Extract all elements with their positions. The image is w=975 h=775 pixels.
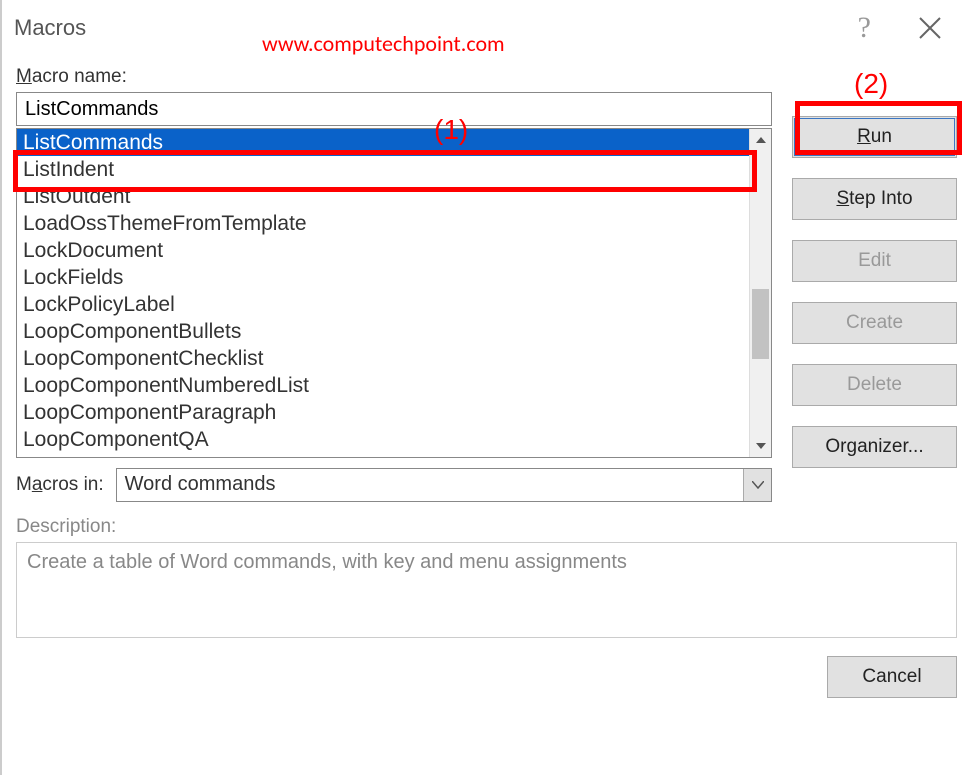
edit-button: Edit: [792, 240, 957, 282]
delete-button: Delete: [792, 364, 957, 406]
macro-name-label: Macro name:: [16, 66, 772, 88]
macro-listbox[interactable]: ListCommandsListIndentListOutdentLoadOss…: [16, 128, 772, 458]
chevron-down-icon[interactable]: [743, 469, 771, 501]
scroll-thumb[interactable]: [752, 289, 769, 359]
description-text: Create a table of Word commands, with ke…: [27, 551, 627, 573]
list-item[interactable]: LockPolicyLabel: [17, 291, 749, 318]
scroll-up-icon[interactable]: [750, 129, 771, 151]
organizer-button[interactable]: Organizer...: [792, 426, 957, 468]
macros-in-label: Macros in:: [16, 474, 104, 496]
run-button[interactable]: Run: [792, 116, 957, 158]
list-item[interactable]: LockFields: [17, 264, 749, 291]
list-item[interactable]: ListCommands: [17, 129, 749, 156]
close-icon[interactable]: [917, 15, 943, 41]
cancel-button[interactable]: Cancel: [827, 656, 957, 698]
macro-name-input[interactable]: [16, 92, 772, 126]
list-item[interactable]: LoopComponentBullets: [17, 318, 749, 345]
list-item[interactable]: LoopComponentParagraph: [17, 399, 749, 426]
description-label: Description:: [16, 516, 957, 538]
watermark-text: www.computechpoint.com: [262, 30, 505, 57]
list-item[interactable]: LoadOssThemeFromTemplate: [17, 210, 749, 237]
scrollbar[interactable]: [749, 129, 771, 457]
list-item[interactable]: LoopComponentChecklist: [17, 345, 749, 372]
create-button: Create: [792, 302, 957, 344]
list-item[interactable]: ListOutdent: [17, 183, 749, 210]
list-item[interactable]: LoopComponentNumberedList: [17, 372, 749, 399]
description-box: Create a table of Word commands, with ke…: [16, 542, 957, 638]
step-into-button[interactable]: Step Into: [792, 178, 957, 220]
macros-in-value: Word commands: [117, 469, 743, 501]
scroll-down-icon[interactable]: [750, 435, 771, 457]
macros-in-select[interactable]: Word commands: [116, 468, 772, 502]
list-item[interactable]: LockDocument: [17, 237, 749, 264]
run-button-rest: un: [871, 126, 892, 147]
list-item[interactable]: ListIndent: [17, 156, 749, 183]
dialog-title: Macros: [14, 15, 86, 41]
list-item[interactable]: LoopComponentQA: [17, 426, 749, 453]
macros-dialog: Macros ? www.computechpoint.com Macro na…: [0, 0, 975, 775]
help-icon[interactable]: ?: [858, 11, 871, 45]
